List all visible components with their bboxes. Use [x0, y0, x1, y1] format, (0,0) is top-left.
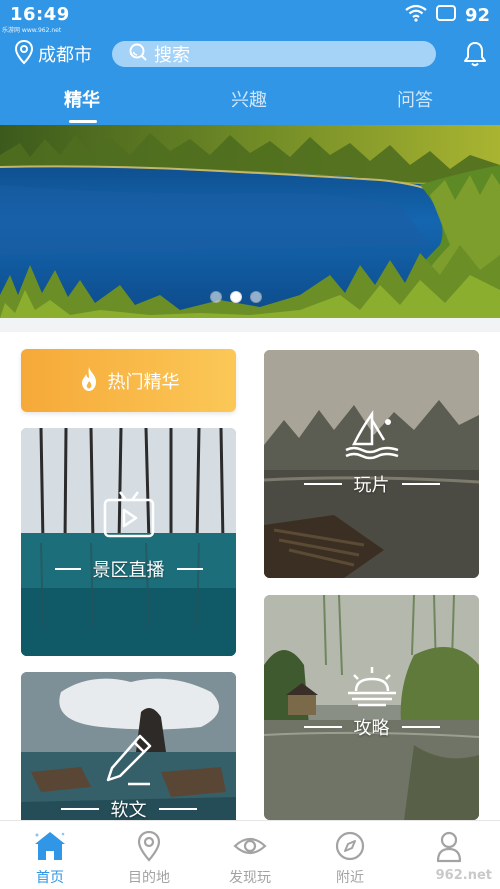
divider — [176, 568, 203, 570]
carousel-dot[interactable] — [210, 291, 222, 303]
nav-nearby-label: 附近 — [336, 870, 364, 886]
divider — [60, 808, 99, 810]
bottom-navigation: 首页 目的地 发现玩 附近 962.net — [0, 820, 500, 889]
hot-featured-button[interactable]: 热门精华 — [21, 349, 236, 412]
divider — [303, 726, 342, 728]
status-watermark: 乐游网 www.962.net — [2, 27, 62, 34]
status-icons: 92 — [405, 4, 490, 26]
location-pin-icon — [14, 39, 34, 69]
card-live-label-row: 景区直播 — [21, 556, 236, 582]
card-article-label-row: 软文 — [21, 796, 236, 820]
divider — [54, 568, 81, 570]
home-icon — [15, 829, 85, 863]
search-icon — [128, 42, 148, 66]
hot-featured-label: 热门精华 — [107, 371, 180, 393]
screen-icon — [435, 4, 457, 26]
tab-active-indicator — [69, 120, 97, 123]
nav-home-label: 首页 — [36, 870, 64, 886]
pen-icon — [104, 732, 154, 790]
location-selector[interactable]: 成都市 — [14, 39, 92, 69]
tab-interests[interactable]: 兴趣 — [231, 86, 267, 112]
card-guide-label: 攻略 — [353, 718, 390, 739]
carousel-dot[interactable] — [250, 291, 262, 303]
wifi-icon — [405, 4, 427, 26]
card-guide-label-row: 攻略 — [264, 714, 479, 740]
card-play-image — [264, 350, 479, 578]
card-article[interactable]: 软文 — [21, 672, 236, 820]
nav-discover[interactable]: 发现玩 — [215, 829, 285, 887]
tab-qa[interactable]: 问答 — [397, 86, 433, 112]
nav-destination[interactable]: 目的地 — [114, 829, 184, 887]
carousel-dot-active[interactable] — [230, 291, 242, 303]
card-live-label: 景区直播 — [92, 560, 165, 581]
card-play[interactable]: 玩片 — [264, 350, 479, 578]
card-article-label: 软文 — [110, 800, 147, 820]
divider — [303, 483, 342, 485]
fire-icon — [78, 366, 100, 396]
divider — [401, 726, 440, 728]
divider — [401, 483, 440, 485]
nav-nearby[interactable]: 附近 — [315, 829, 385, 887]
windsurf-icon — [344, 410, 400, 464]
nav-home[interactable]: 首页 — [15, 829, 85, 887]
tab-featured[interactable]: 精华 — [64, 86, 100, 112]
eye-icon — [215, 829, 285, 863]
banner-carousel[interactable] — [0, 125, 500, 318]
card-play-label-row: 玩片 — [264, 471, 479, 497]
location-text: 成都市 — [38, 45, 92, 66]
divider — [158, 808, 197, 810]
user-icon — [414, 829, 484, 863]
tv-icon — [102, 490, 156, 544]
banner-lake-image — [0, 125, 500, 318]
nav-destination-label: 目的地 — [128, 870, 170, 886]
card-guide[interactable]: 攻略 — [264, 595, 479, 820]
status-bar: 16:49 乐游网 www.962.net 92 — [0, 0, 500, 34]
compass-icon — [315, 829, 385, 863]
location-pin-icon — [114, 829, 184, 863]
battery-level: 92 — [464, 4, 490, 26]
status-time: 16:49 — [10, 4, 70, 25]
carousel-dots — [210, 291, 262, 303]
sunrise-icon — [344, 665, 400, 713]
nav-discover-label: 发现玩 — [229, 870, 271, 886]
tab-bar: 精华 兴趣 问答 — [0, 86, 500, 124]
search-input[interactable]: 搜索 — [112, 41, 436, 67]
app-header: 16:49 乐游网 www.962.net 92 成都市 搜索 精华 兴趣 问答 — [0, 0, 500, 125]
search-placeholder: 搜索 — [154, 45, 190, 66]
watermark: 962.net — [435, 868, 492, 883]
bell-icon[interactable] — [462, 40, 488, 72]
nav-profile[interactable] — [414, 829, 484, 867]
card-play-label: 玩片 — [353, 475, 390, 496]
card-live[interactable]: 景区直播 — [21, 428, 236, 656]
